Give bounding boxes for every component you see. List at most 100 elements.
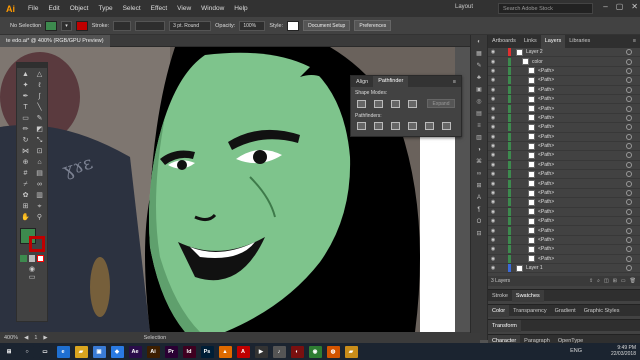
search-icon[interactable]: ○ [20, 345, 34, 358]
app-icon[interactable]: ◐ [290, 345, 304, 358]
tab-artboards[interactable]: Artboards [488, 35, 520, 48]
layer-name[interactable]: <Path> [538, 228, 554, 234]
visibility-eye-icon[interactable]: ◉ [488, 190, 498, 196]
minus-back-icon[interactable] [442, 122, 451, 130]
target-icon[interactable] [626, 208, 632, 215]
layer-name[interactable]: <Path> [538, 77, 554, 83]
panel-menu-icon[interactable]: ≡ [629, 35, 640, 48]
layer-row[interactable]: ◉ <Path> [488, 189, 640, 199]
layer-name[interactable]: <Path> [538, 124, 554, 130]
edge-icon[interactable]: e [56, 345, 70, 358]
tab-align[interactable]: Align [351, 79, 373, 85]
layer-name[interactable]: <Path> [538, 218, 554, 224]
document-tab[interactable]: te edo.ai* @ 400% (RGB/GPU Preview) [0, 35, 110, 47]
new-layer-icon[interactable]: ▭ [621, 278, 626, 284]
layer-row[interactable]: ◉ <Path> [488, 142, 640, 152]
style-swatch[interactable] [287, 20, 300, 31]
music-icon[interactable]: ♪ [272, 345, 286, 358]
gradient-tool-icon[interactable]: ▤ [33, 169, 46, 179]
opacity-field[interactable]: 100% [239, 20, 266, 31]
variable-width-dropdown[interactable] [135, 20, 166, 31]
layer-name[interactable]: <Path> [538, 152, 554, 158]
visibility-eye-icon[interactable]: ◉ [488, 171, 498, 177]
visibility-eye-icon[interactable]: ◉ [488, 77, 498, 83]
links-icon[interactable]: ∞ [471, 169, 487, 179]
target-icon[interactable] [626, 49, 632, 56]
layer-name[interactable]: <Path> [538, 171, 554, 177]
after-effects-icon[interactable]: Ae [128, 345, 142, 358]
selection-tool-icon[interactable]: ▲ [19, 70, 32, 80]
divide-icon[interactable] [357, 122, 366, 130]
direct-selection-tool-icon[interactable]: △ [33, 70, 46, 80]
outline-icon[interactable] [425, 122, 434, 130]
perspective-tool-icon[interactable]: ⌂ [33, 158, 46, 168]
preferences-button[interactable]: Preferences [354, 20, 392, 31]
visibility-eye-icon[interactable]: ◉ [488, 218, 498, 224]
align-icon[interactable]: ⊟ [471, 229, 487, 239]
target-icon[interactable] [626, 58, 632, 65]
free-transform-tool-icon[interactable]: ⊡ [33, 147, 46, 157]
none-mode-icon[interactable] [37, 255, 44, 262]
swatches-icon[interactable]: ▤ [471, 109, 487, 119]
target-icon[interactable] [626, 143, 632, 150]
stroke-weight-field[interactable] [113, 20, 132, 31]
layer-name[interactable]: <Path> [538, 209, 554, 215]
target-icon[interactable] [626, 227, 632, 234]
visibility-eye-icon[interactable]: ◉ [488, 49, 498, 55]
fill-dropdown[interactable]: ▾ [61, 20, 72, 31]
locate-object-icon[interactable]: ⌕ [597, 278, 600, 284]
panel-menu-icon[interactable]: ≡ [448, 79, 461, 85]
folder-icon[interactable]: ▰ [344, 345, 358, 358]
zoom-tool-icon[interactable]: ⚲ [33, 213, 46, 223]
tab-swatches[interactable]: Swatches [511, 289, 544, 302]
visibility-eye-icon[interactable]: ◉ [488, 162, 498, 168]
layer-name[interactable]: <Path> [538, 68, 554, 74]
fill-swatch[interactable] [45, 20, 58, 31]
expand-button[interactable]: Expand [427, 99, 455, 108]
target-icon[interactable] [626, 133, 632, 140]
width-tool-icon[interactable]: ⋈ [19, 147, 32, 157]
layer-row[interactable]: ◉ <Path> [488, 254, 640, 264]
layer-row[interactable]: ◉ <Path> [488, 104, 640, 114]
layer-name[interactable]: <Path> [538, 181, 554, 187]
target-icon[interactable] [626, 237, 632, 243]
delete-layer-icon[interactable]: 🗑 [630, 278, 636, 284]
tab-pathfinder[interactable]: Pathfinder [373, 76, 409, 87]
visibility-eye-icon[interactable]: ◉ [488, 246, 498, 252]
magic-wand-tool-icon[interactable]: ✦ [19, 81, 32, 91]
visibility-eye-icon[interactable]: ◉ [488, 199, 498, 205]
layer-row[interactable]: ◉ Layer 1 [488, 264, 640, 274]
clipping-mask-icon[interactable]: ◫ [604, 278, 609, 284]
layer-row[interactable]: ◉ <Path> [488, 170, 640, 180]
slice-tool-icon[interactable]: ⌖ [33, 202, 46, 212]
layer-name[interactable]: color [532, 59, 543, 65]
maximize-icon[interactable]: ▢ [616, 2, 624, 11]
tab-gradient[interactable]: Gradient [551, 305, 580, 317]
layer-name[interactable]: <Path> [538, 96, 554, 102]
menu-edit[interactable]: Edit [43, 5, 64, 12]
appearance-icon[interactable]: ◎ [471, 97, 487, 107]
pen-tool-icon[interactable]: ✒ [19, 92, 32, 102]
chrome-icon[interactable]: ◉ [308, 345, 322, 358]
tab-transparency[interactable]: Transparency [509, 305, 550, 317]
firefox-icon[interactable]: ◍ [326, 345, 340, 358]
tab-layers[interactable]: Layers [540, 35, 566, 48]
screen-mode-icon[interactable]: ▭ [17, 273, 47, 281]
task-view-icon[interactable]: ▭ [38, 345, 52, 358]
visibility-eye-icon[interactable]: ◉ [488, 68, 498, 74]
intersect-icon[interactable] [391, 99, 400, 108]
layer-name[interactable]: <Path> [538, 115, 554, 121]
character-icon[interactable]: A [471, 193, 487, 203]
search-stock-input[interactable]: Search Adobe Stock [498, 3, 593, 14]
graphic-styles-icon[interactable]: ▣ [471, 85, 487, 95]
layer-row[interactable]: ◉ Layer 2 [488, 48, 640, 58]
tab-libraries[interactable]: Libraries [565, 35, 594, 48]
layer-name[interactable]: Layer 1 [526, 265, 543, 271]
layer-name[interactable]: <Path> [538, 237, 554, 243]
target-icon[interactable] [626, 124, 632, 131]
layer-row[interactable]: ◉ <Path> [488, 66, 640, 77]
rotate-tool-icon[interactable]: ↻ [19, 136, 32, 146]
layer-row[interactable]: ◉ <Path> [488, 85, 640, 95]
document-setup-button[interactable]: Document Setup [303, 20, 351, 31]
color-icon[interactable]: ◐ [471, 37, 487, 47]
